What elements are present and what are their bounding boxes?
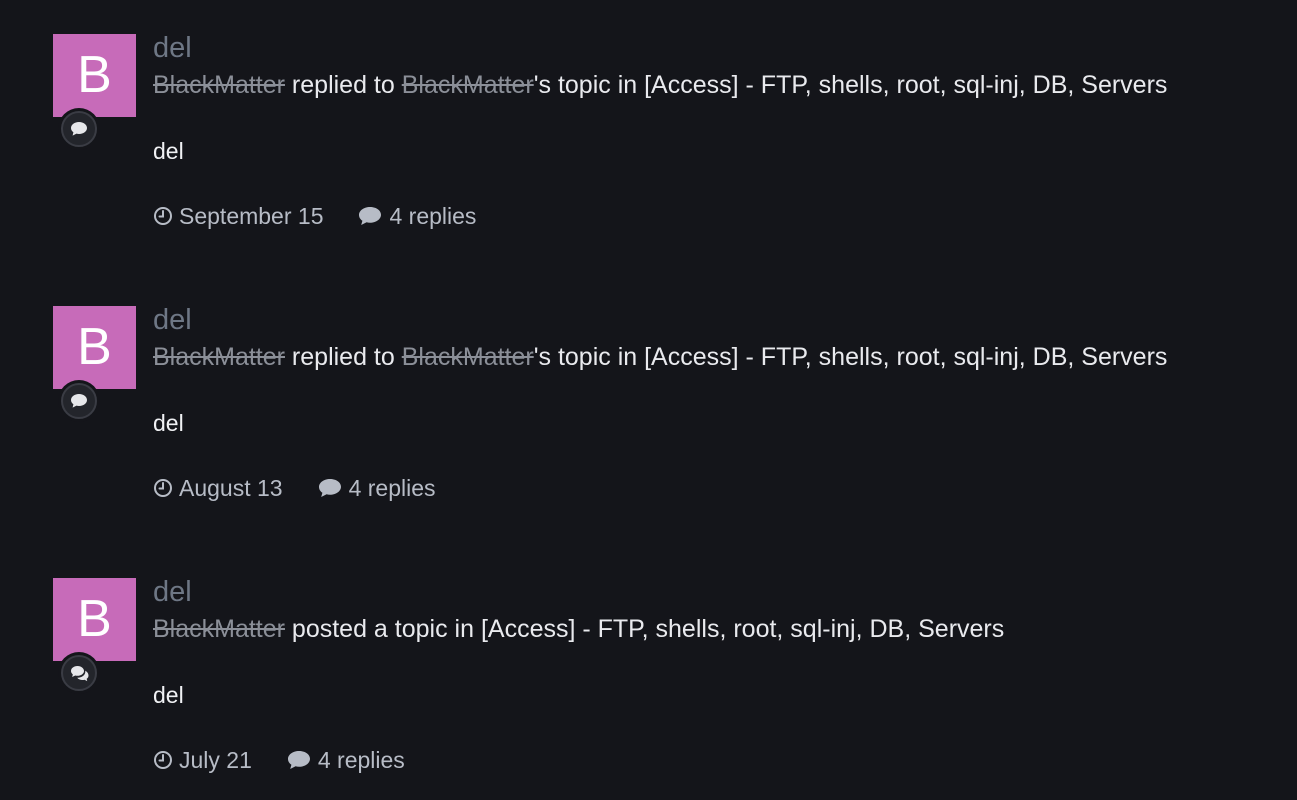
topic-suffix-text: 's topic in — [533, 71, 645, 99]
avatar-letter: B — [77, 318, 112, 376]
actor-name[interactable]: BlackMatter — [153, 615, 285, 643]
author-name[interactable]: del — [153, 302, 192, 338]
topic-owner-name[interactable]: BlackMatter — [402, 71, 534, 99]
comment-icon — [71, 122, 87, 136]
action-text: replied to — [284, 71, 402, 99]
activity-summary: BlackMatter posted a topic in [Access] -… — [153, 612, 1004, 646]
post-date-text: July 21 — [179, 747, 252, 773]
replies-count[interactable]: 4 replies — [286, 745, 405, 775]
action-text: replied to — [284, 343, 402, 371]
activity-summary: BlackMatter replied to BlackMatter's top… — [153, 340, 1167, 374]
topic-owner-name[interactable]: BlackMatter — [402, 343, 534, 371]
forum-link[interactable]: [Access] - FTP, shells, root, sql-inj, D… — [644, 343, 1167, 371]
clock-icon — [154, 207, 172, 225]
avatar[interactable]: B — [53, 306, 136, 389]
replies-count-text: 4 replies — [348, 475, 436, 501]
forum-link[interactable]: [Access] - FTP, shells, root, sql-inj, D… — [481, 615, 1004, 643]
action-text: posted a topic in — [284, 615, 481, 643]
post-date[interactable]: August 13 — [153, 473, 283, 503]
replies-count[interactable]: 4 replies — [357, 201, 476, 231]
author-name[interactable]: del — [153, 574, 192, 610]
comment-icon — [287, 751, 310, 769]
activity-type-badge — [58, 652, 100, 694]
activity-meta: July 21 4 replies — [153, 745, 405, 775]
comment-icon — [318, 479, 341, 497]
clock-icon — [154, 751, 172, 769]
avatar-letter: B — [77, 590, 112, 648]
author-name[interactable]: del — [153, 30, 192, 66]
avatar[interactable]: B — [53, 34, 136, 117]
clock-icon — [154, 479, 172, 497]
post-date-text: August 13 — [179, 475, 283, 501]
replies-count-text: 4 replies — [389, 203, 477, 229]
topic-suffix-text: 's topic in — [533, 343, 645, 371]
activity-item: B del BlackMatter replied to BlackMatter… — [0, 0, 1297, 270]
post-snippet: del — [153, 682, 184, 708]
activity-summary: BlackMatter replied to BlackMatter's top… — [153, 68, 1167, 102]
post-date[interactable]: September 15 — [153, 201, 323, 231]
replies-count[interactable]: 4 replies — [317, 473, 436, 503]
actor-name[interactable]: BlackMatter — [153, 343, 285, 371]
replies-count-text: 4 replies — [317, 747, 405, 773]
comment-icon — [359, 207, 382, 225]
comments-icon — [71, 666, 89, 682]
activity-type-badge — [58, 380, 100, 422]
activity-item: B del BlackMatter posted a topic in [Acc… — [0, 544, 1297, 800]
avatar[interactable]: B — [53, 578, 136, 661]
activity-meta: August 13 4 replies — [153, 473, 436, 503]
activity-item: B del BlackMatter replied to BlackMatter… — [0, 272, 1297, 542]
post-date-text: September 15 — [179, 203, 324, 229]
activity-type-badge — [58, 108, 100, 150]
post-date[interactable]: July 21 — [153, 745, 252, 775]
avatar-letter: B — [77, 46, 112, 104]
activity-feed: B del BlackMatter replied to BlackMatter… — [0, 0, 1297, 800]
post-snippet: del — [153, 410, 184, 436]
forum-link[interactable]: [Access] - FTP, shells, root, sql-inj, D… — [644, 71, 1167, 99]
post-snippet: del — [153, 138, 184, 164]
actor-name[interactable]: BlackMatter — [153, 71, 285, 99]
activity-meta: September 15 4 replies — [153, 201, 476, 231]
comment-icon — [71, 394, 87, 408]
